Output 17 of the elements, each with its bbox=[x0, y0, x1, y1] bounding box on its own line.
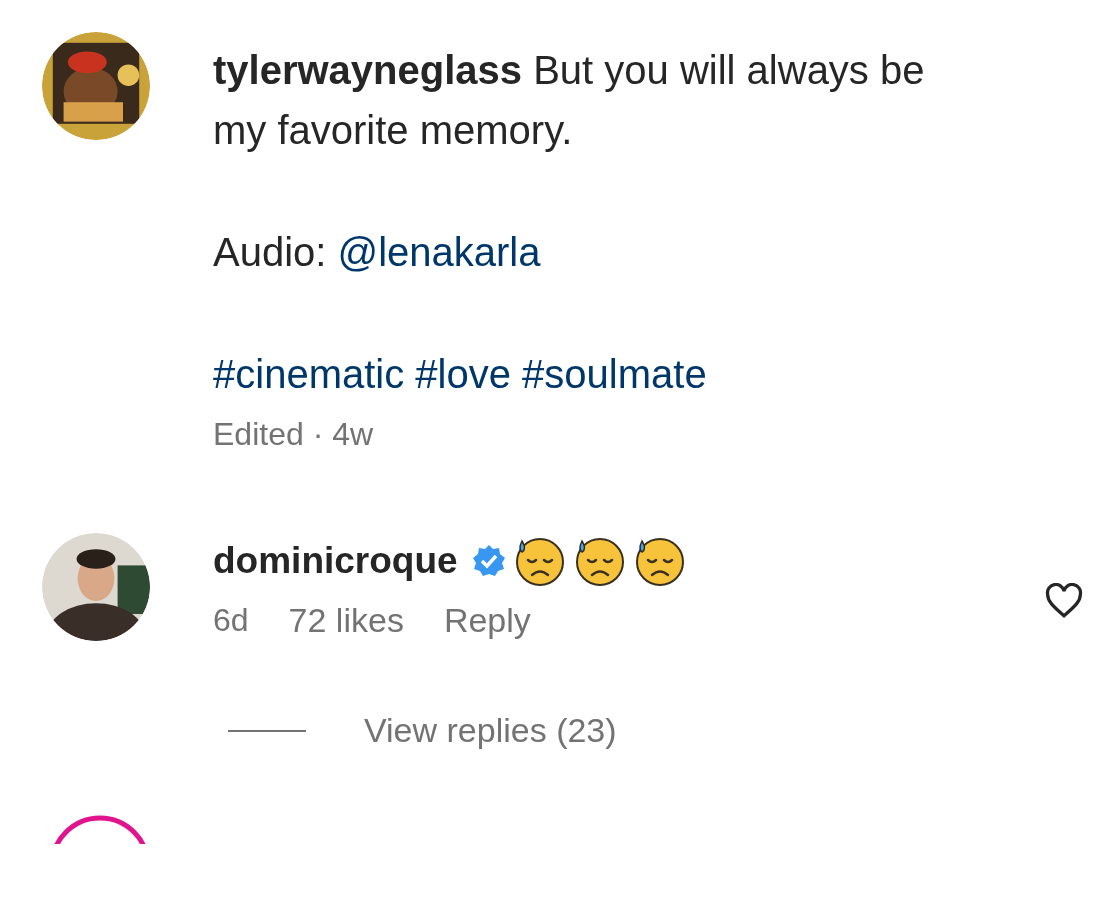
like-button[interactable] bbox=[1044, 583, 1084, 619]
caption-text: tylerwayneglass But you will always be my favorite memory. bbox=[213, 47, 926, 154]
timestamp: Edited · 4w bbox=[213, 416, 374, 452]
username-link[interactable]: tylerwayneglass bbox=[213, 48, 523, 92]
hashtag-link[interactable]: #soulmate bbox=[522, 352, 707, 396]
sweat-face-icon bbox=[633, 535, 686, 587]
mention-link[interactable]: @lenakarla bbox=[337, 230, 541, 274]
view-replies-button[interactable]: View replies (23) bbox=[364, 711, 617, 750]
hashtag-link[interactable]: #cinematic bbox=[213, 352, 405, 396]
username-link[interactable]: dominicroque bbox=[213, 536, 458, 586]
sweat-face-icon bbox=[573, 535, 626, 587]
likes-button[interactable]: 72 likes bbox=[288, 601, 404, 640]
hashtag-link[interactable]: #love bbox=[415, 352, 511, 396]
comment-age: 6d bbox=[213, 602, 249, 639]
reply-button[interactable]: Reply bbox=[443, 601, 531, 640]
sweat-face-icon bbox=[513, 535, 566, 587]
audio-credit: Audio: @lenakarla bbox=[213, 229, 541, 276]
